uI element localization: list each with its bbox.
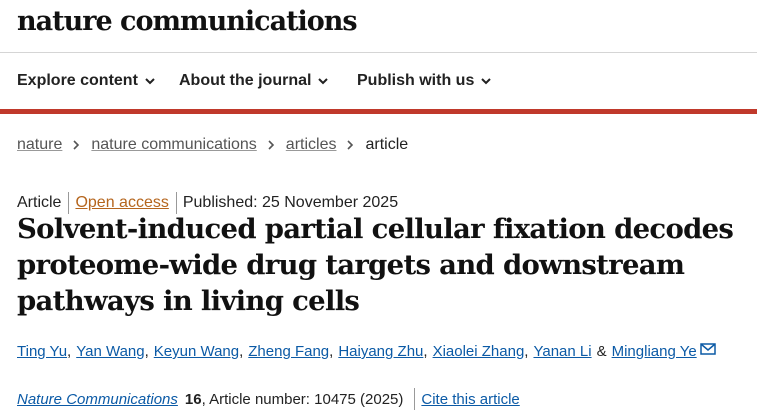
- citation-line: Nature Communications 16 , Article numbe…: [17, 388, 520, 410]
- open-access-link[interactable]: Open access: [75, 194, 168, 212]
- author-separator: ,: [67, 343, 72, 360]
- author-separator: ,: [524, 343, 529, 360]
- author-link[interactable]: Keyun Wang: [154, 343, 239, 360]
- chevron-right-icon: [268, 140, 274, 150]
- article-title: Solvent-induced partial cellular fixatio…: [17, 213, 734, 317]
- nav-explore-content[interactable]: Explore content: [17, 72, 156, 90]
- accent-bar: [0, 109, 757, 114]
- journal-logo[interactable]: nature communications: [17, 6, 358, 37]
- chevron-down-icon: [318, 78, 329, 85]
- chevron-down-icon: [145, 78, 155, 85]
- nav-about-journal[interactable]: About the journal: [179, 72, 329, 90]
- breadcrumb: nature nature communications articles ar…: [17, 136, 408, 154]
- chevron-down-icon: [481, 78, 492, 85]
- nav-label: Publish with us: [357, 72, 475, 89]
- author-link[interactable]: Zheng Fang: [248, 343, 329, 360]
- author-separator: ,: [329, 343, 334, 360]
- nav-publish-with-us[interactable]: Publish with us: [357, 72, 492, 90]
- author-separator: ,: [239, 343, 244, 360]
- author-list: Ting Yu, Yan Wang, Keyun Wang, Zheng Fan…: [17, 342, 716, 360]
- chevron-right-icon: [73, 140, 80, 150]
- breadcrumb-current: article: [365, 136, 409, 153]
- breadcrumb-articles[interactable]: articles: [286, 136, 337, 154]
- author-link[interactable]: Ting Yu: [17, 343, 67, 360]
- nav-label: Explore content: [17, 72, 138, 89]
- breadcrumb-nature-communications[interactable]: nature communications: [91, 136, 256, 154]
- chevron-right-icon: [347, 140, 354, 150]
- author-link[interactable]: Xiaolei Zhang: [433, 343, 525, 360]
- author-link[interactable]: Mingliang Ye: [612, 343, 697, 360]
- author-separator: ,: [423, 343, 428, 360]
- article-type: Article: [17, 194, 62, 211]
- nav-label: About the journal: [179, 72, 312, 89]
- article-number: , Article number: 10475 (2025): [201, 390, 404, 408]
- published-date: Published: 25 November 2025: [182, 194, 399, 211]
- site-header: nature communications: [0, 0, 757, 53]
- citation-divider: [414, 388, 416, 410]
- author-link[interactable]: Haiyang Zhu: [338, 343, 423, 360]
- author-link[interactable]: Yanan Li: [533, 343, 591, 360]
- author-separator: ,: [144, 343, 149, 360]
- breadcrumb-nature[interactable]: nature: [17, 136, 62, 154]
- mail-icon[interactable]: [699, 342, 716, 355]
- author-conjunction: &: [596, 343, 607, 360]
- journal-link[interactable]: Nature Communications: [17, 391, 178, 408]
- author-link[interactable]: Yan Wang: [76, 343, 144, 360]
- main-nav: Explore content About the journal Publis…: [0, 53, 757, 109]
- cite-this-article-link[interactable]: Cite this article: [421, 391, 519, 408]
- volume-number: 16: [184, 390, 202, 408]
